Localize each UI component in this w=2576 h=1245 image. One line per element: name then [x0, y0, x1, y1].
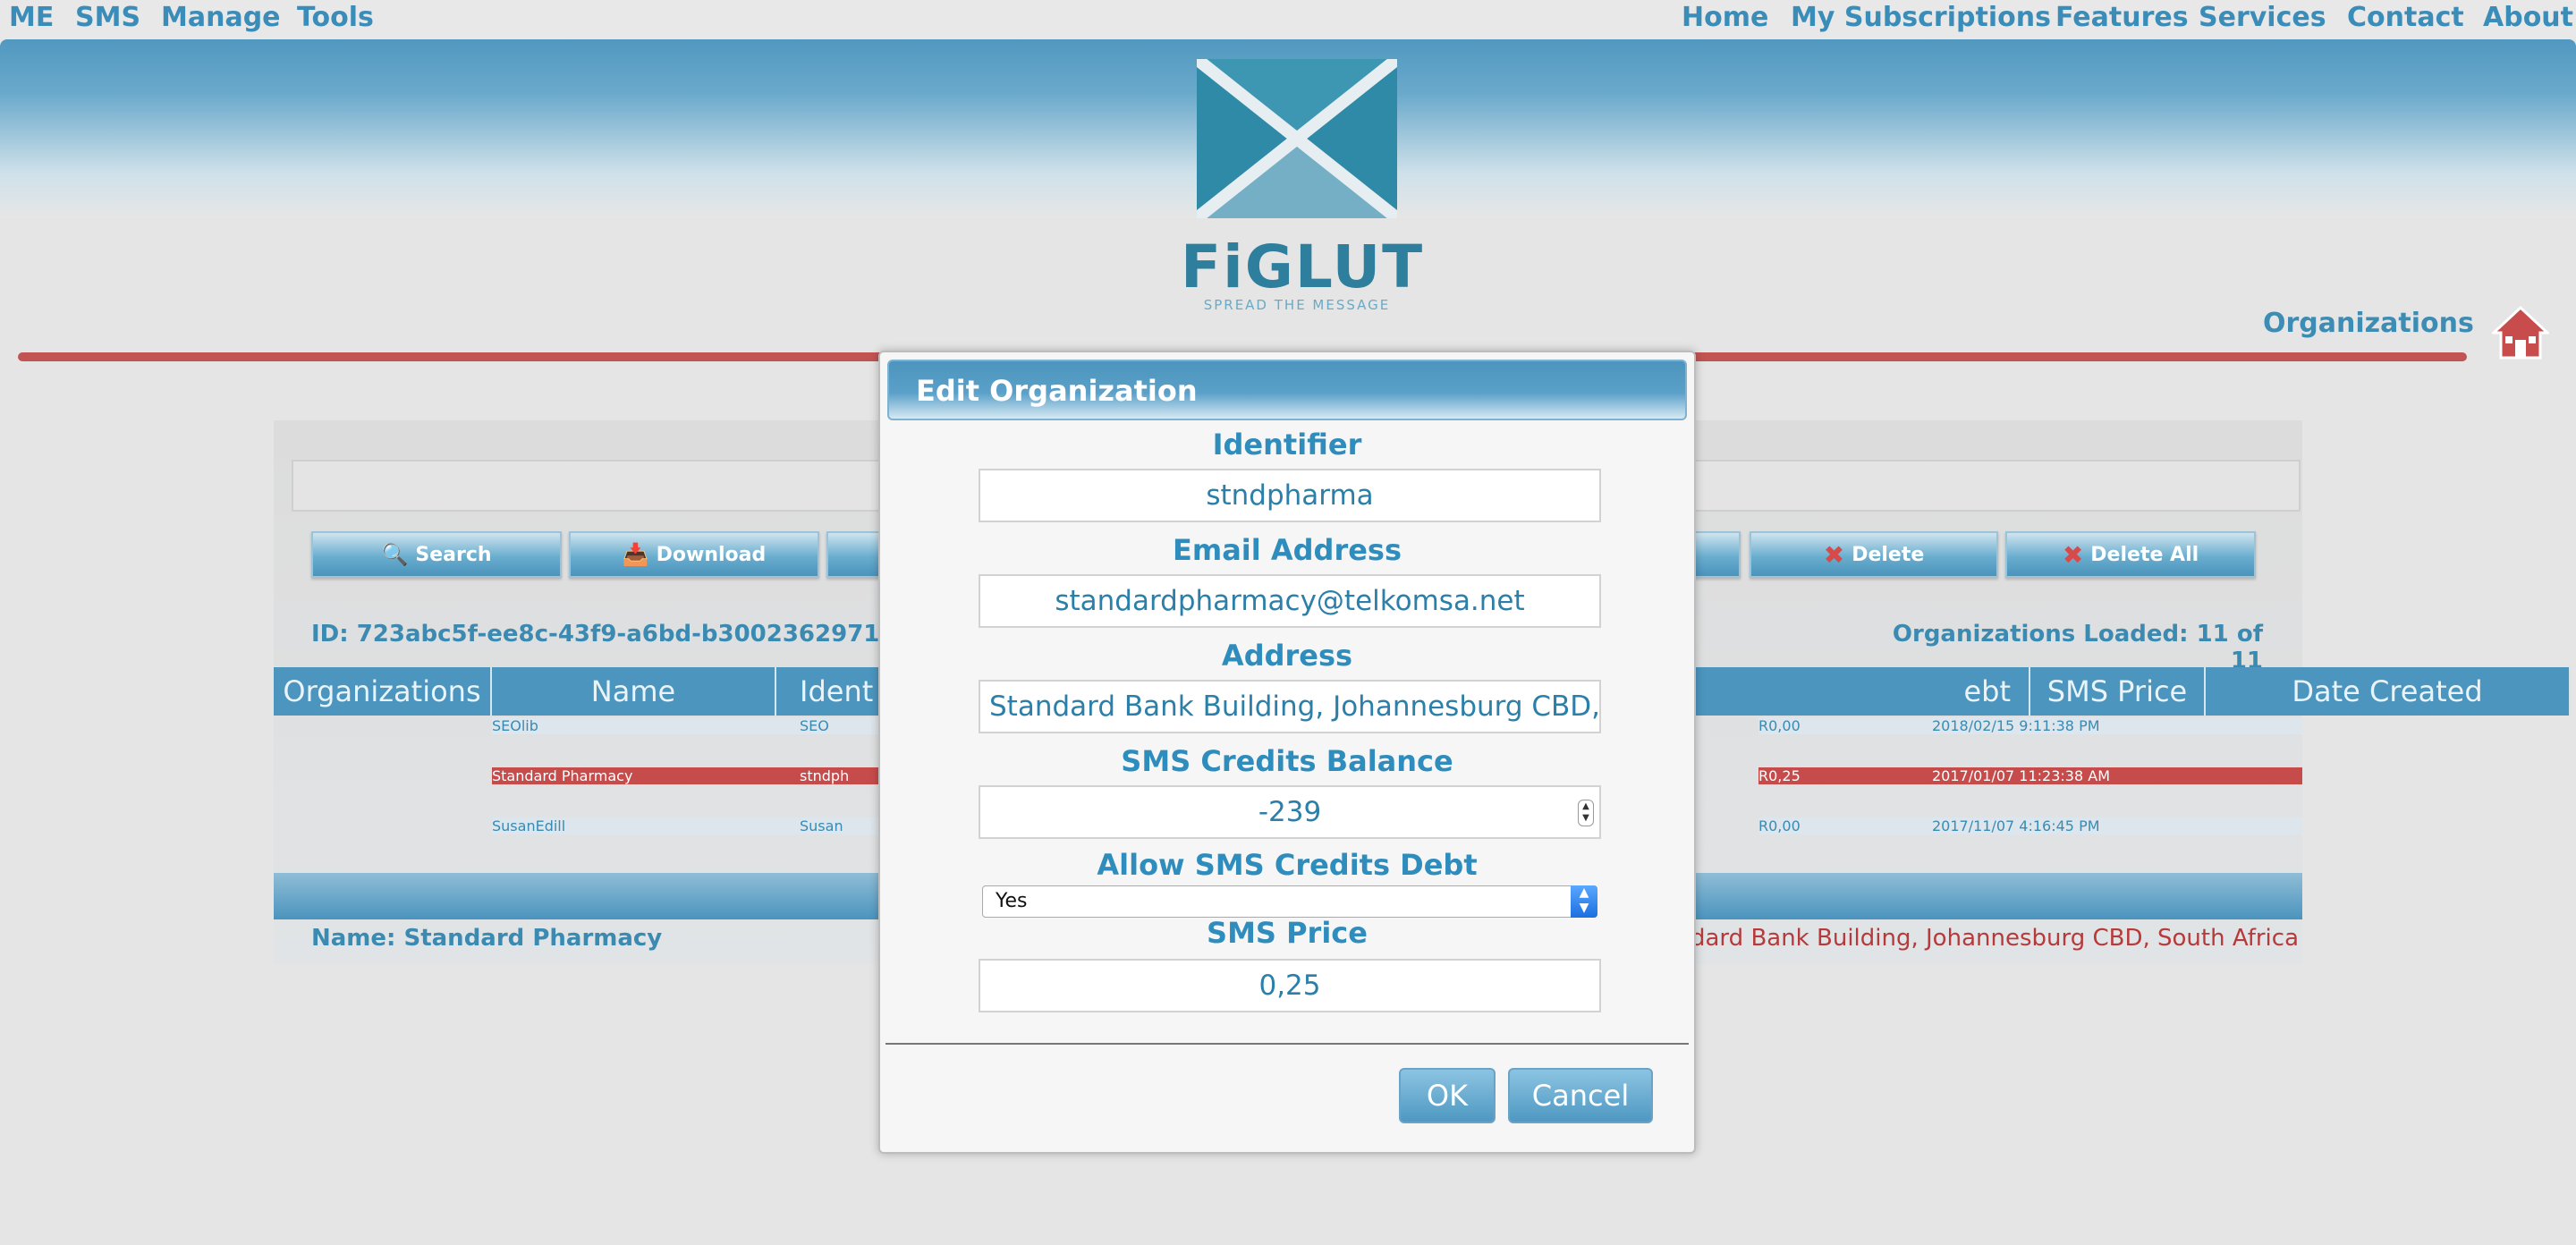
magnifier-icon: 🔍: [381, 542, 409, 567]
sms-credits-input[interactable]: -239 ▲ ▼: [979, 785, 1601, 839]
nav-features[interactable]: Features: [2055, 2, 2189, 33]
home-icon[interactable]: [2492, 304, 2549, 361]
name-cell[interactable]: Standard Pharmacy: [492, 767, 776, 784]
delete-all-x-icon: ✖: [2062, 539, 2084, 570]
column-header-sms-price[interactable]: SMS Price: [2030, 667, 2206, 716]
name-cell[interactable]: SEOlib: [492, 717, 776, 734]
column-header-organizations[interactable]: Organizations: [274, 667, 492, 716]
identifier-input[interactable]: stndpharma: [979, 469, 1601, 522]
sms-credits-value: -239: [1258, 796, 1322, 828]
column-header-date-created[interactable]: Date Created: [2206, 667, 2571, 716]
search-button-label: Search: [415, 543, 492, 566]
name-cell[interactable]: SusanEdill: [492, 817, 776, 834]
edit-organization-dialog: Edit Organization Identifier stndpharma …: [878, 351, 1696, 1154]
sms-price-input[interactable]: 0,25: [979, 959, 1601, 1012]
loaded-count: Organizations Loaded: 11 of 11: [1892, 621, 2263, 674]
dialog-title: Edit Organization: [916, 374, 1198, 408]
download-button[interactable]: 📥 Download: [569, 531, 819, 578]
date-created-cell[interactable]: 2017/11/07 4:16:45 PM: [1932, 817, 2302, 834]
sms-price-cell[interactable]: R0,00: [1758, 717, 1932, 734]
nav-sms[interactable]: SMS: [75, 2, 140, 33]
delete-x-icon: ✖: [1823, 539, 1845, 570]
sms-price-cell[interactable]: R0,00: [1758, 817, 1932, 834]
address-label: Address: [1221, 639, 1353, 673]
dialog-divider: [886, 1043, 1689, 1045]
download-icon: 📥: [622, 542, 649, 567]
sms-price-cell[interactable]: R0,25: [1758, 767, 1932, 784]
nav-contact[interactable]: Contact: [2347, 2, 2464, 33]
detail-address: dard Bank Building, Johannesburg CBD, So…: [1690, 925, 2299, 952]
date-created-cell[interactable]: 2017/01/07 11:23:38 AM: [1932, 767, 2302, 784]
nav-services[interactable]: Services: [2199, 2, 2326, 33]
delete-button[interactable]: ✖ Delete: [1750, 531, 1998, 578]
search-button[interactable]: 🔍 Search: [311, 531, 562, 578]
email-label: Email Address: [1172, 533, 1402, 567]
nav-about[interactable]: About: [2483, 2, 2573, 33]
brand-name: FiGLUT: [1181, 233, 1425, 301]
nav-home[interactable]: Home: [1682, 2, 1768, 33]
sms-credits-label: SMS Credits Balance: [1121, 744, 1453, 778]
identifier-label: Identifier: [1212, 428, 1362, 462]
brand-tagline: SPREAD THE MESSAGE: [1203, 297, 1391, 313]
delete-all-button[interactable]: ✖ Delete All: [2005, 531, 2256, 578]
delete-all-button-label: Delete All: [2090, 543, 2199, 566]
dialog-title-bar[interactable]: Edit Organization: [887, 360, 1687, 420]
nav-my-subscriptions[interactable]: My Subscriptions: [1791, 2, 2051, 33]
address-input[interactable]: Standard Bank Building, Johannesburg CBD…: [979, 680, 1601, 733]
allow-debt-label: Allow SMS Credits Debt: [1097, 848, 1478, 882]
allow-debt-value: Yes: [996, 890, 1028, 912]
select-chevron-icon: ▲ ▼: [1571, 885, 1597, 918]
figlut-logo-icon: [1197, 59, 1397, 218]
nav-tools[interactable]: Tools: [297, 2, 374, 33]
date-created-cell[interactable]: 2018/02/15 9:11:38 PM: [1932, 717, 2302, 734]
sms-price-label: SMS Price: [1207, 916, 1368, 950]
nav-me[interactable]: ME: [9, 2, 54, 33]
selected-id: ID: 723abc5f-ee8c-43f9-a6bd-b30023629716: [311, 621, 896, 648]
email-input[interactable]: standardpharmacy@telkomsa.net: [979, 574, 1601, 628]
delete-button-label: Delete: [1852, 543, 1925, 566]
hidden-toolbar-button-right[interactable]: [1690, 531, 1741, 578]
detail-name: Name: Standard Pharmacy: [311, 925, 663, 952]
ok-button[interactable]: OK: [1399, 1068, 1496, 1123]
download-button-label: Download: [656, 543, 767, 566]
cancel-button[interactable]: Cancel: [1508, 1068, 1653, 1123]
page-title: Organizations: [2263, 308, 2474, 339]
column-header-name[interactable]: Name: [492, 667, 776, 716]
nav-manage[interactable]: Manage: [161, 2, 281, 33]
number-spinner-icon[interactable]: ▲ ▼: [1578, 800, 1594, 826]
column-header-identifier[interactable]: Ident: [776, 667, 884, 716]
hidden-toolbar-button[interactable]: [826, 531, 880, 578]
allow-debt-select[interactable]: Yes ▲ ▼: [982, 885, 1597, 918]
top-nav: ME SMS Manage Tools Home My Subscription…: [0, 0, 2576, 39]
column-header-debt[interactable]: ebt: [1690, 667, 2030, 716]
